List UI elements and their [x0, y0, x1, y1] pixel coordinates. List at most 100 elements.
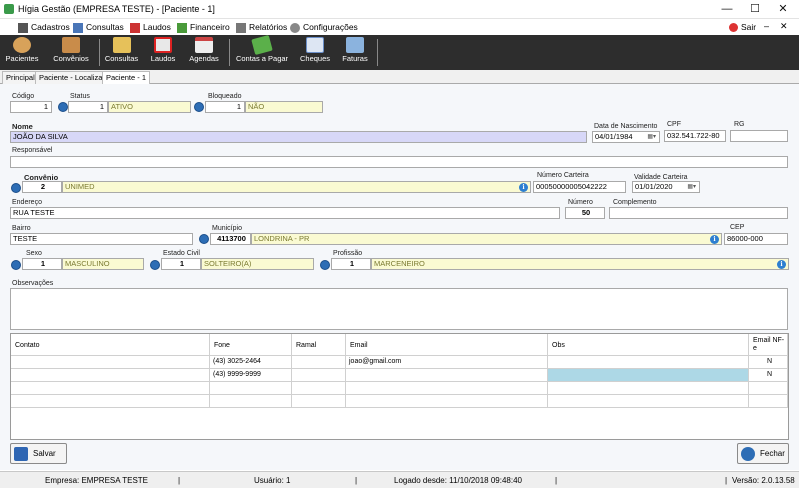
table-cell[interactable]	[11, 395, 210, 408]
table-cell[interactable]	[11, 382, 210, 395]
toolbar-consultas-button[interactable]: Consultas	[103, 36, 140, 69]
contacts-grid[interactable]: Contato Fone Ramal Email Obs Email NF-e …	[10, 333, 789, 440]
grid-header-obs[interactable]: Obs	[548, 334, 749, 356]
estado-civil-code-input[interactable]: 1	[161, 258, 201, 270]
table-cell[interactable]	[11, 369, 210, 382]
sexo-search-icon[interactable]	[11, 260, 21, 270]
invoice-icon	[346, 37, 364, 53]
table-cell[interactable]	[346, 382, 548, 395]
endereco-input[interactable]: RUA TESTE	[10, 207, 560, 219]
relatorios-icon	[236, 22, 246, 33]
maximize-button[interactable]: ☐	[741, 0, 769, 19]
tab-paciente-localizar[interactable]: Paciente - Localizar	[35, 71, 109, 84]
table-cell-selected[interactable]	[548, 369, 749, 382]
profissao-code-input[interactable]: 1	[331, 258, 371, 270]
menu-consultas[interactable]: Consultas	[73, 21, 124, 34]
nome-label: Nome	[12, 122, 33, 131]
status-code-input[interactable]: 1	[68, 101, 108, 113]
calendar-dropdown-icon[interactable]: ▦▾	[687, 182, 696, 192]
cep-input[interactable]: 86000-000	[724, 233, 788, 245]
menu-configuracoes[interactable]: Configurações	[290, 21, 358, 34]
table-cell[interactable]	[548, 395, 749, 408]
menu-relatorios[interactable]: Relatórios	[236, 21, 287, 34]
toolbar-pacientes-button[interactable]: Pacientes	[4, 36, 40, 69]
toolbar-faturas-button[interactable]: Faturas	[338, 36, 372, 69]
toolbar-laudos-button[interactable]: Laudos	[147, 36, 179, 69]
data-nascimento-label: Data de Nascimento	[594, 123, 658, 130]
menu-laudos[interactable]: Laudos	[130, 21, 171, 34]
bloqueado-search-icon[interactable]	[194, 102, 204, 112]
sexo-code-input[interactable]: 1	[22, 258, 62, 270]
table-cell[interactable]	[292, 395, 346, 408]
grid-header-fone[interactable]: Fone	[210, 334, 292, 356]
nome-input[interactable]: JOÃO DA SILVA	[10, 131, 587, 143]
table-cell[interactable]: joao@gmail.com	[346, 356, 548, 369]
profissao-info-icon[interactable]: i	[777, 260, 786, 269]
table-cell[interactable]	[210, 395, 292, 408]
table-cell[interactable]	[346, 395, 548, 408]
cpf-input[interactable]: 032.541.722-80	[664, 130, 726, 142]
toolbar-cheques-button[interactable]: Cheques	[297, 36, 333, 69]
municipio-label: Município	[212, 225, 242, 232]
table-cell[interactable]: N	[749, 369, 788, 382]
tab-principal[interactable]: Principal	[2, 71, 39, 84]
menu-sair[interactable]: Sair	[729, 21, 756, 34]
rg-input[interactable]	[730, 130, 788, 142]
mdi-minimize-button[interactable]: ‒	[764, 21, 769, 31]
codigo-input[interactable]: 1	[10, 101, 52, 113]
profissao-search-icon[interactable]	[320, 260, 330, 270]
save-button[interactable]: Salvar	[10, 443, 67, 464]
convenio-info-icon[interactable]: i	[519, 183, 528, 192]
convenio-search-icon[interactable]	[11, 183, 21, 193]
close-form-button[interactable]: Fechar	[737, 443, 789, 464]
menu-cadastros[interactable]: Cadastros	[18, 21, 70, 34]
close-button[interactable]: ✕	[769, 0, 797, 19]
estado-civil-search-icon[interactable]	[150, 260, 160, 270]
numero-input[interactable]: 50	[565, 207, 605, 219]
calendar-icon	[195, 37, 213, 53]
municipio-info-icon[interactable]: i	[710, 235, 719, 244]
table-cell[interactable]	[548, 356, 749, 369]
validade-carteira-input[interactable]: 01/01/2020 ▦▾	[632, 181, 700, 193]
table-cell[interactable]	[292, 356, 346, 369]
toolbar-convenios-button[interactable]: Convênios	[51, 36, 91, 69]
data-nascimento-input[interactable]: 04/01/1984 ▦▾	[592, 131, 660, 143]
table-cell[interactable]	[749, 395, 788, 408]
title-bar: Hígia Gestão (EMPRESA TESTE) - [Paciente…	[0, 0, 799, 19]
observacoes-textarea[interactable]	[10, 288, 788, 330]
table-cell[interactable]	[11, 356, 210, 369]
toolbar-separator	[377, 39, 378, 66]
status-search-icon[interactable]	[58, 102, 68, 112]
convenio-code-input[interactable]: 2	[22, 181, 62, 193]
status-separator: |	[178, 476, 181, 485]
table-cell[interactable]	[210, 382, 292, 395]
exit-icon	[729, 23, 738, 32]
mdi-close-button[interactable]: ✕	[780, 21, 788, 32]
tab-paciente-1[interactable]: Paciente - 1	[102, 71, 151, 85]
menu-financeiro[interactable]: Financeiro	[177, 21, 230, 34]
responsavel-input[interactable]	[10, 156, 788, 168]
bairro-input[interactable]: TESTE	[10, 233, 193, 245]
municipio-search-icon[interactable]	[199, 234, 209, 244]
table-cell[interactable]	[346, 369, 548, 382]
table-cell[interactable]: (43) 9999-9999	[210, 369, 292, 382]
table-cell[interactable]: N	[749, 356, 788, 369]
toolbar-separator	[229, 39, 230, 66]
grid-header-contato[interactable]: Contato	[11, 334, 210, 356]
table-cell[interactable]	[292, 369, 346, 382]
toolbar-agendas-button[interactable]: Agendas	[186, 36, 222, 69]
grid-header-ramal[interactable]: Ramal	[292, 334, 346, 356]
calendar-dropdown-icon[interactable]: ▦▾	[647, 132, 656, 142]
minimize-button[interactable]: —	[713, 0, 741, 19]
toolbar-contas-pagar-button[interactable]: Contas a Pagar	[234, 34, 290, 69]
grid-header-email[interactable]: Email	[346, 334, 548, 356]
complemento-input[interactable]	[609, 207, 788, 219]
bloqueado-code-input[interactable]: 1	[205, 101, 245, 113]
table-cell[interactable]	[749, 382, 788, 395]
table-cell[interactable]	[292, 382, 346, 395]
municipio-code-input[interactable]: 4113700	[210, 233, 251, 245]
table-cell[interactable]: (43) 3025-2464	[210, 356, 292, 369]
grid-header-email-nfe[interactable]: Email NF-e	[749, 334, 788, 356]
numero-carteira-input[interactable]: 00050000005042222	[533, 181, 626, 193]
table-cell[interactable]	[548, 382, 749, 395]
